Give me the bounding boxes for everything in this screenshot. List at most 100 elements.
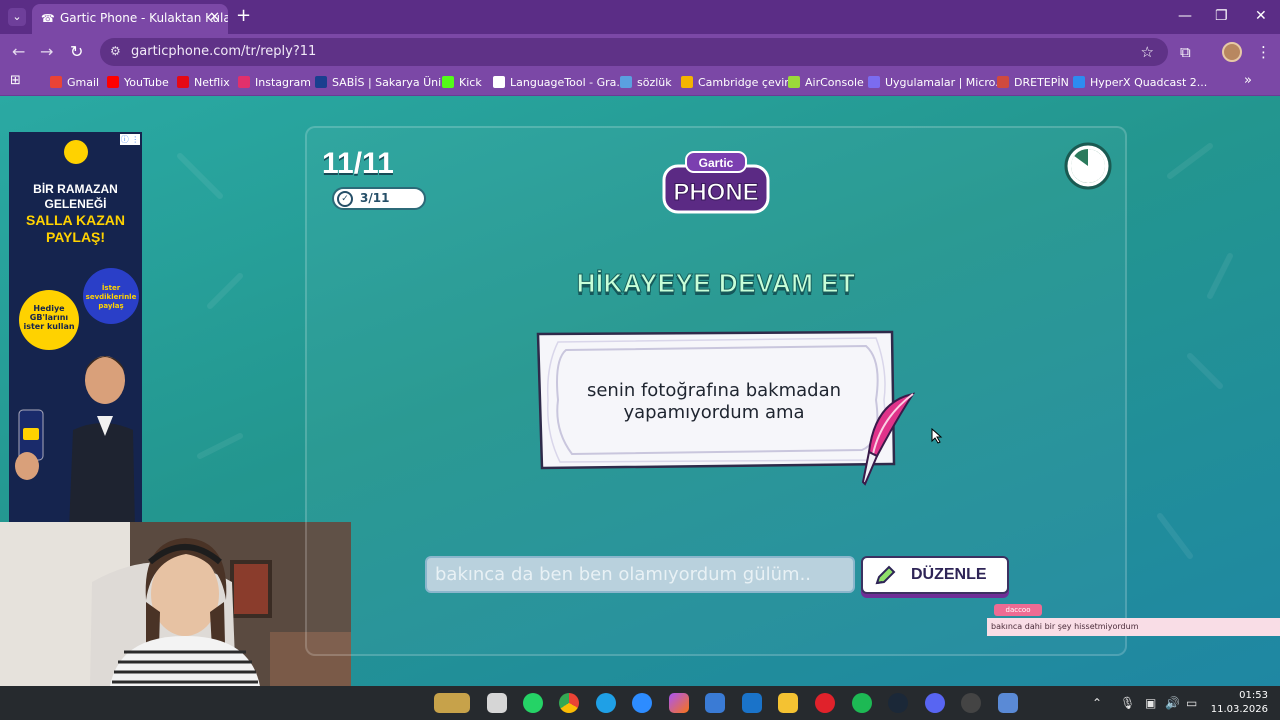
continue-story-heading: HİKAYEYE DEVAM ET <box>576 268 856 299</box>
bookmark-favicon-icon <box>681 76 693 88</box>
maximize-button[interactable]: ❐ <box>1215 8 1228 24</box>
check-icon: ✓ <box>337 191 353 207</box>
bookmark-favicon-icon <box>315 76 327 88</box>
bookmark-item[interactable]: DRETEPİN <box>997 76 1069 90</box>
ad-bubble-left: Hediye GB'larını ister kullan <box>19 290 79 350</box>
browser-tab-strip: ⌄ ☎ Gartic Phone - Kulaktan Kulağa ✕ + —… <box>0 0 1280 34</box>
bookmark-favicon-icon <box>997 76 1009 88</box>
close-window-button[interactable]: ✕ <box>1255 8 1267 24</box>
bookmark-item[interactable]: Cambridge çeviri <box>681 76 792 90</box>
bookmark-item[interactable]: YouTube <box>107 76 169 90</box>
file-explorer-icon[interactable] <box>778 693 798 713</box>
chrome-icon[interactable] <box>559 693 579 713</box>
bookmark-label: Cambridge çeviri <box>698 76 792 89</box>
edge-icon[interactable] <box>596 693 616 713</box>
battery-icon[interactable]: ▭ <box>1186 696 1197 710</box>
gartic-favicon-icon: ☎ <box>41 12 55 25</box>
profile-avatar[interactable] <box>1222 42 1242 62</box>
opera-icon[interactable] <box>815 693 835 713</box>
mouse-cursor-icon <box>931 428 943 444</box>
network-icon[interactable]: ▣ <box>1145 696 1156 710</box>
discord-icon[interactable] <box>925 693 945 713</box>
back-arrow-icon[interactable]: ← <box>12 43 25 61</box>
ad-line-1: BİR RAMAZAN <box>33 182 118 196</box>
edit-button[interactable]: DÜZENLE <box>861 556 1009 594</box>
zoom-icon[interactable] <box>632 693 652 713</box>
side-advertisement[interactable]: ⓘ ⋮ BİR RAMAZAN GELENEĞİ SALLA KAZAN PAY… <box>9 132 142 522</box>
obs-icon[interactable] <box>961 693 981 713</box>
bookmark-favicon-icon <box>620 76 632 88</box>
round-counter: 11/11 <box>322 147 394 180</box>
forward-arrow-icon[interactable]: → <box>40 43 53 61</box>
reload-icon[interactable]: ↻ <box>70 43 83 61</box>
prompt-line-1: senin fotoğrafına bakmadan <box>586 380 842 401</box>
microphone-icon[interactable]: 🎙 <box>1120 696 1135 710</box>
mail-icon[interactable] <box>742 693 762 713</box>
extensions-icon[interactable]: ⧉ <box>1180 43 1191 61</box>
bookmark-item[interactable]: Uygulamalar | Micro... <box>868 76 1006 90</box>
bookmark-label: Gmail <box>67 76 100 89</box>
apps-grid-icon[interactable]: ⊞ <box>10 74 21 88</box>
browser-menu-icon[interactable]: ⋮ <box>1256 43 1271 61</box>
tab-gartic-phone[interactable]: ☎ Gartic Phone - Kulaktan Kulağa ✕ <box>32 4 228 34</box>
bookmark-favicon-icon <box>107 76 119 88</box>
edit-button-label: DÜZENLE <box>911 566 987 583</box>
bookmark-item[interactable]: Instagram <box>238 76 311 90</box>
streamer-camera-image <box>0 522 351 686</box>
completed-players-badge: ✓ 3/11 <box>332 187 426 210</box>
bookmark-item[interactable]: HyperX Quadcast 2... <box>1073 76 1207 90</box>
gartic-page: ⓘ ⋮ BİR RAMAZAN GELENEĞİ SALLA KAZAN PAY… <box>0 96 1280 686</box>
bookmark-item[interactable]: SABİS | Sakarya Üni... <box>315 76 452 90</box>
chat-message: bakınca dahi bir şey hissetmiyordum <box>991 622 1139 631</box>
copilot-icon[interactable] <box>669 693 689 713</box>
bookmark-star-icon[interactable]: ☆ <box>1141 43 1154 61</box>
taskbar-clock[interactable]: 01:53 11.03.2026 <box>1210 689 1268 717</box>
ad-person-image <box>69 356 135 522</box>
bookmark-item[interactable]: Gmail <box>50 76 99 90</box>
spotify-icon[interactable] <box>852 693 872 713</box>
address-bar[interactable]: ⚙ garticphone.com/tr/reply?11 ☆ <box>100 38 1168 66</box>
gartic-phone-logo: Gartic PHONE <box>662 151 770 214</box>
ad-choices-icon[interactable]: ⓘ ⋮ <box>120 134 140 145</box>
bookmark-favicon-icon <box>442 76 454 88</box>
bookmark-label: sözlük <box>637 76 672 89</box>
bookmark-item[interactable]: AirConsole <box>788 76 864 90</box>
bookmark-favicon-icon <box>788 76 800 88</box>
bookmark-label: SABİS | Sakarya Üni... <box>332 76 452 89</box>
tab-close-icon[interactable]: ✕ <box>209 4 220 32</box>
ad-line-3: SALLA KAZAN <box>25 212 126 228</box>
bookmark-item[interactable]: Kick <box>442 76 482 90</box>
bookmark-label: Instagram <box>255 76 311 89</box>
bookmark-item[interactable]: Netflix <box>177 76 230 90</box>
whatsapp-icon[interactable] <box>523 693 543 713</box>
task-view-icon[interactable] <box>487 693 507 713</box>
tray-chevron-icon[interactable]: ⌃ <box>1092 696 1102 710</box>
completed-count: 3/11 <box>360 191 390 205</box>
volume-icon[interactable]: 🔊 <box>1165 696 1180 710</box>
clock-time: 01:53 <box>1239 690 1268 701</box>
bookmark-label: YouTube <box>124 76 169 89</box>
bookmark-favicon-icon <box>177 76 189 88</box>
chat-username: daccoo <box>994 604 1042 616</box>
story-reply-input[interactable]: bakınca da ben ben olamıyordum gülüm.. <box>425 556 855 593</box>
bookmark-favicon-icon <box>238 76 250 88</box>
address-url[interactable]: garticphone.com/tr/reply?11 <box>131 44 316 60</box>
bookmark-item[interactable]: sözlük <box>620 76 672 90</box>
bookmark-label: HyperX Quadcast 2... <box>1090 76 1208 89</box>
more-bookmarks-icon[interactable]: » <box>1244 74 1252 88</box>
new-tab-button[interactable]: + <box>236 6 251 26</box>
game-panel: 11/11 ✓ 3/11 Gartic PHONE HİKAYEYE DEVAM… <box>305 126 1127 656</box>
bookmark-item[interactable]: LanguageTool - Gra... <box>493 76 627 90</box>
browser-toolbar: ← → ↻ ⚙ garticphone.com/tr/reply?11 ☆ ⧉ … <box>0 34 1280 70</box>
webcam-overlay <box>0 522 351 686</box>
windows-taskbar: ⌃ 🎙 ▣ 🔊 ▭ 01:53 11.03.2026 <box>0 686 1280 720</box>
steam-icon[interactable] <box>888 693 908 713</box>
pencil-icon <box>875 565 896 585</box>
store-icon[interactable] <box>705 693 725 713</box>
widgets-icon[interactable] <box>434 693 470 713</box>
bookmark-favicon-icon <box>493 76 505 88</box>
tab-search-icon[interactable]: ⌄ <box>8 8 26 26</box>
minimize-button[interactable]: — <box>1178 8 1192 24</box>
app-icon[interactable] <box>998 693 1018 713</box>
site-info-icon[interactable]: ⚙ <box>110 44 121 58</box>
